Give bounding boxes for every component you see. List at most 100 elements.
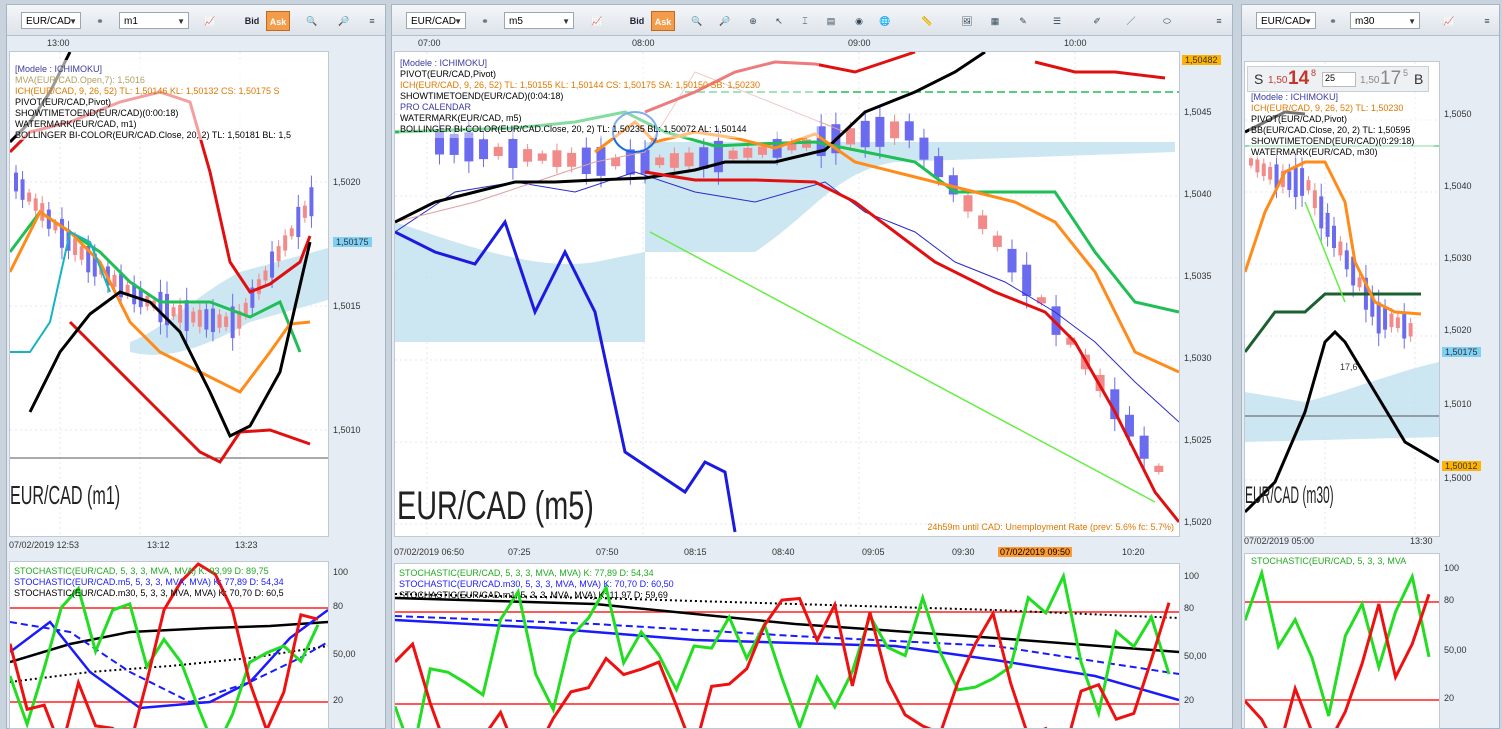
- bottom-time-axis: 07/02/2019 12:53 13:12 13:23: [7, 539, 385, 553]
- indicator-legend: [Modele : ICHIMOKU] ICH(EUR/CAD, 9, 26, 5…: [1251, 92, 1414, 158]
- link-icon[interactable]: ⚭: [1322, 11, 1344, 31]
- legend-line: STOCHASTIC(EUR/CAD, 5, 3, 3, MVA, MVA) K…: [14, 566, 269, 576]
- eye-icon[interactable]: ◉: [848, 11, 870, 31]
- legend-line: ICH(EUR/CAD, 9, 26, 52) TL: 1,50146 KL: …: [15, 86, 280, 96]
- template-icon[interactable]: ▦: [984, 11, 1006, 31]
- price-label: 1,5020: [1184, 517, 1212, 527]
- timeframe-select[interactable]: m30 ▼: [1350, 12, 1420, 29]
- time-label: 08:15: [684, 547, 707, 557]
- legend-line: STOCHASTIC(EUR/CAD, 5, 3, 3, MVA: [1251, 556, 1407, 566]
- stochastic-chart[interactable]: STOCHASTIC(EUR/CAD, 5, 3, 3, MVA, MVA) K…: [9, 561, 329, 729]
- indicator-legend: [Modele : ICHIMOKU] PIVOT(EUR/CAD,Pivot) I…: [400, 58, 760, 135]
- timeframe-select[interactable]: m1 ▼: [119, 12, 189, 29]
- candle: [1408, 323, 1413, 337]
- candle: [1287, 171, 1292, 190]
- menu-icon[interactable]: ≡: [365, 11, 379, 31]
- quote-box[interactable]: S 1,50 14 8 25 1,50 17 5 B: [1247, 66, 1429, 92]
- link-icon[interactable]: ⚭: [89, 11, 111, 31]
- bid-button[interactable]: Bid: [626, 11, 648, 31]
- candle: [79, 246, 84, 260]
- ellipse-icon[interactable]: ⬭: [1156, 11, 1178, 31]
- candle: [625, 149, 635, 175]
- price-label: 1,5010: [333, 425, 361, 435]
- lines-icon[interactable]: ☰: [1046, 11, 1068, 31]
- timeframe-select[interactable]: m5 ▼: [504, 12, 574, 29]
- cursor-icon[interactable]: ↖: [768, 11, 790, 31]
- zoom-out-icon[interactable]: 🔎: [333, 11, 355, 31]
- zoom-out-icon[interactable]: 🔎: [714, 11, 736, 31]
- price-chart[interactable]: [Modele : ICHIMOKU] MVA(EUR/CAD.Open,7): …: [9, 51, 329, 537]
- top-time-axis: 07:00 08:00 09:00 10:00: [392, 37, 1232, 51]
- chart-window-m5: EUR/CAD ▼ ⚭ m5 ▼ 📈 Bid Ask 🔍 🔎 ⊕ ↖ ⌶ ▤ ◉ 🌐…: [391, 4, 1233, 729]
- bid-button[interactable]: Bid: [241, 11, 263, 31]
- menu-icon[interactable]: ≡: [1212, 11, 1226, 31]
- current-price-tag: 1,50175: [1442, 347, 1481, 357]
- level-label: 80: [1184, 603, 1195, 613]
- chevron-down-icon: ▼: [1304, 17, 1312, 26]
- candle: [283, 235, 288, 251]
- legend-line: PIVOT(EUR/CAD,Pivot): [1251, 114, 1348, 124]
- candle: [728, 150, 738, 159]
- time-label: 13:00: [47, 38, 70, 48]
- chart-toolbar: EUR/CAD ▼ ⚭ m30 ▼ 📈 ≡: [1242, 5, 1499, 36]
- time-label: 10:00: [1064, 38, 1087, 48]
- candle: [934, 156, 944, 178]
- pen-icon[interactable]: ✐: [1086, 11, 1108, 31]
- legend-line: STOCHASTIC(EUR/CAD.m30, 5, 3, 3, MVA, MV…: [14, 588, 284, 598]
- symbol-select[interactable]: EUR/CAD ▼: [406, 12, 466, 29]
- symbol-value: EUR/CAD: [1261, 16, 1307, 27]
- legend-line: STOCHASTIC(EUR/CAD.m1, 5, 3, 3, MVA, MVA…: [399, 590, 668, 600]
- zoom-in-icon[interactable]: 🔍: [301, 11, 323, 31]
- menu-icon[interactable]: ≡: [1480, 11, 1494, 31]
- stoch-m5-signal: [10, 621, 328, 704]
- stochastic-chart[interactable]: STOCHASTIC(EUR/CAD, 5, 3, 3, MVA, MVA) K…: [394, 563, 1180, 729]
- candle: [171, 307, 176, 317]
- image-icon[interactable]: 🖼: [956, 11, 978, 31]
- chart-type-icon[interactable]: 📈: [586, 11, 608, 31]
- legend-line: [Modele : ICHIMOKU]: [400, 58, 488, 68]
- indicator-icon[interactable]: ▤: [820, 11, 842, 31]
- legend-line: [Modele : ICHIMOKU]: [1251, 92, 1339, 102]
- buy-pips: 17: [1380, 68, 1402, 89]
- candle: [552, 150, 562, 167]
- price-label: 1,5000: [1444, 473, 1472, 483]
- legend-line: MVA(EUR/CAD.Open,7): 1,5016: [15, 75, 145, 85]
- candle: [890, 121, 900, 139]
- ruler-icon[interactable]: 📏: [916, 11, 938, 31]
- time-label: 07/02/2019 05:00: [1244, 536, 1315, 546]
- ask-button[interactable]: Ask: [266, 11, 290, 31]
- top-time-axis: 13:00: [7, 37, 385, 51]
- trendline-icon[interactable]: ／: [1120, 11, 1142, 31]
- price-tag: 1,50012: [1442, 461, 1481, 471]
- candle: [1306, 180, 1311, 191]
- zoom-in-icon[interactable]: 🔍: [686, 11, 708, 31]
- stochastic-plot: [1245, 567, 1439, 728]
- time-label: 13:23: [235, 540, 258, 550]
- candle: [567, 152, 577, 167]
- candle: [1249, 158, 1253, 166]
- ask-button[interactable]: Ask: [651, 11, 675, 31]
- globe-icon[interactable]: 🌐: [874, 11, 896, 31]
- watermark: EUR/CAD (m30): [1245, 482, 1334, 509]
- drawing-tools-icon[interactable]: ✎: [1012, 11, 1034, 31]
- symbol-select[interactable]: EUR/CAD ▼: [1256, 12, 1316, 29]
- candle: [1261, 163, 1266, 177]
- watermark: EUR/CAD (m5): [397, 484, 594, 528]
- crosshair-icon[interactable]: ⌶: [794, 11, 816, 31]
- chart-type-icon[interactable]: 📈: [1438, 11, 1460, 31]
- price-chart[interactable]: S 1,50 14 8 25 1,50 17 5 B [Modele : ICH…: [1244, 61, 1440, 537]
- chart-type-icon[interactable]: 📈: [199, 11, 221, 31]
- quantity-field[interactable]: 25: [1322, 72, 1356, 87]
- stochastic-chart[interactable]: STOCHASTIC(EUR/CAD, 5, 3, 3, MVA: [1244, 553, 1440, 729]
- candle: [1383, 307, 1388, 330]
- level-label: 100: [1444, 563, 1460, 573]
- candle: [27, 192, 32, 202]
- legend-line: [Modele : ICHIMOKU]: [15, 64, 103, 74]
- zoom-fit-icon[interactable]: ⊕: [742, 11, 764, 31]
- candle: [1268, 166, 1273, 180]
- link-icon[interactable]: ⚭: [474, 11, 496, 31]
- legend-line: WATERMARK(EUR/CAD, m5): [400, 113, 522, 123]
- candle: [210, 308, 215, 333]
- price-chart[interactable]: [Modele : ICHIMOKU] PIVOT(EUR/CAD,Pivot) I…: [394, 51, 1180, 537]
- symbol-select[interactable]: EUR/CAD ▼: [21, 12, 81, 29]
